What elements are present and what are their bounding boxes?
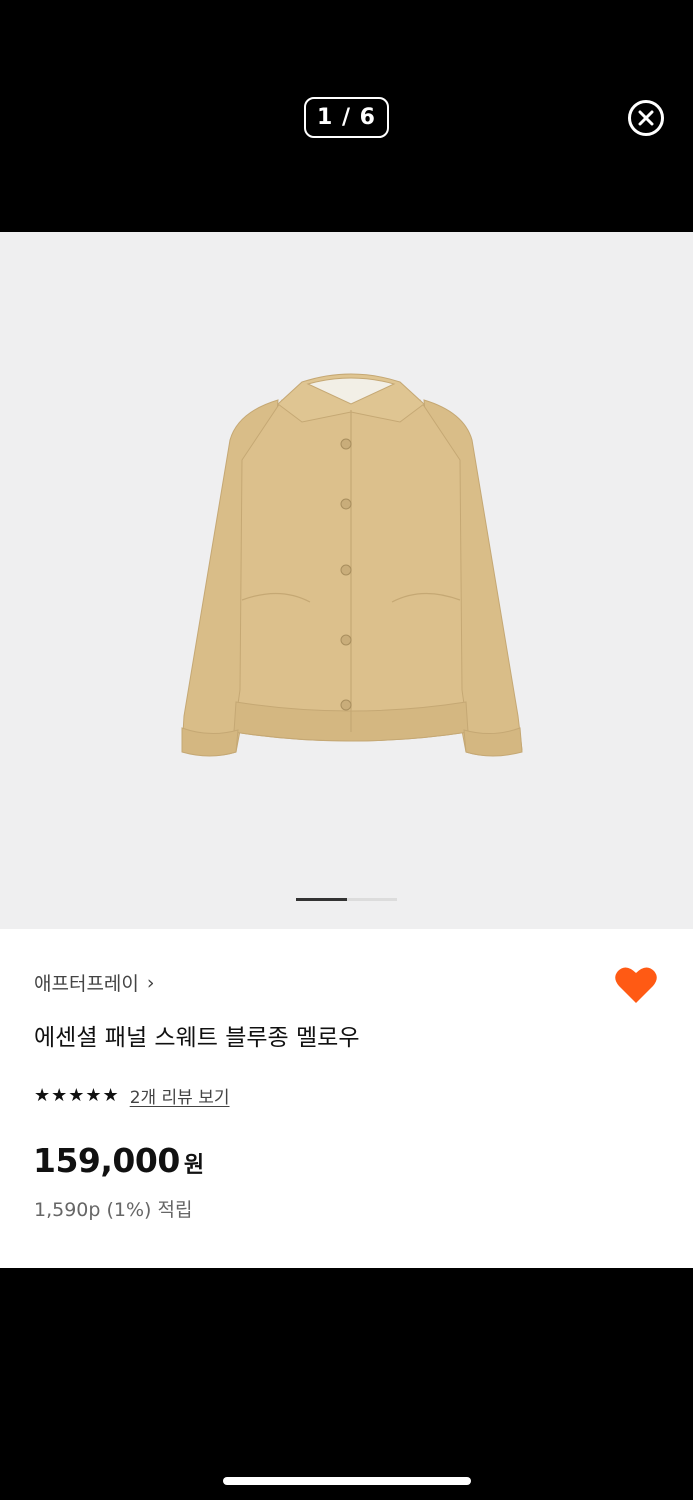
- rating-row: ★★★★★ 2개 리뷰 보기: [34, 1083, 230, 1108]
- product-info-panel: 애프터프레이 › 에센셜 패널 스웨트 블루종 멜로우 ★★★★★ 2개 리뷰 …: [0, 929, 693, 1268]
- view-reviews-link[interactable]: 2개 리뷰 보기: [130, 1083, 230, 1108]
- chevron-right-icon: ›: [146, 971, 155, 994]
- viewer-top-bar: 1 / 6: [0, 0, 693, 232]
- price-row: 159,000 원: [33, 1141, 204, 1180]
- carousel-indicator-active: [296, 898, 347, 901]
- product-image: [181, 373, 523, 757]
- carousel-indicator-track: [347, 898, 397, 901]
- close-icon: [638, 110, 654, 126]
- star-rating-icon: ★★★★★: [34, 1085, 120, 1106]
- home-indicator[interactable]: [223, 1477, 471, 1485]
- close-button[interactable]: [628, 100, 664, 136]
- brand-name: 애프터프레이: [34, 973, 139, 995]
- product-title: 에센셜 패널 스웨트 블루종 멜로우: [34, 1025, 360, 1051]
- image-counter: 1 / 6: [304, 97, 389, 138]
- heart-icon[interactable]: [614, 965, 658, 1005]
- currency-label: 원: [183, 1153, 205, 1178]
- price-value: 159,000: [33, 1141, 180, 1180]
- brand-link[interactable]: 애프터프레이 ›: [34, 969, 155, 996]
- bottom-bar: [0, 1268, 693, 1500]
- reward-points: 1,590p (1%) 적립: [34, 1199, 193, 1221]
- product-image-carousel[interactable]: [0, 232, 693, 929]
